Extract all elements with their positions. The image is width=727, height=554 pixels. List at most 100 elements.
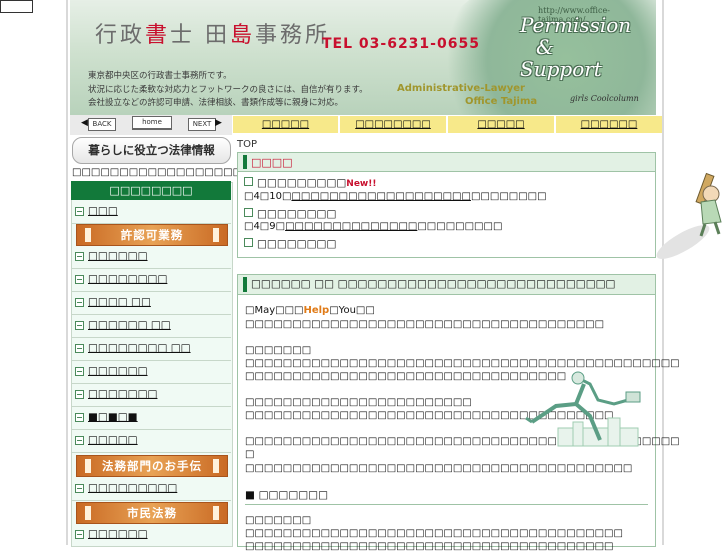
page-icon xyxy=(244,208,253,217)
page-icon xyxy=(75,413,84,422)
news-panel: □□□□ □□□□□□□□□New!! □4□10□□□□□□□□□□□□□□□… xyxy=(237,152,656,258)
sidebar-item-label: ■□■□■ xyxy=(88,411,138,423)
paragraph: □□□□□□□□□□□□□□□□□□□□□□□□□□□□□□□□□□□□□□□□… xyxy=(245,463,633,474)
new-badge: New!! xyxy=(346,179,377,189)
sidebar-item[interactable]: □□□□□□ xyxy=(71,246,231,269)
greeting-post: □You□□ xyxy=(329,305,375,316)
section-title: □□□□□□ □□ □□□□□□□□□□□□□□□□□□□□□□□□□□□□ xyxy=(251,278,616,290)
businessman-illustration xyxy=(518,370,646,450)
logo-line-3: Support xyxy=(520,57,602,81)
news-link[interactable]: □□□□□□□□□□□□□□□□□□□ xyxy=(291,191,471,202)
breadcrumb[interactable]: TOP xyxy=(237,139,257,150)
greeting-pre: □May□□□ xyxy=(245,305,304,316)
sidebar-item[interactable]: □□□□□□ □□ xyxy=(71,315,231,338)
paragraph: □□□□□□□□□□□□□□□□□□□□□□□□□□□□□□□□□□□□□□□□… xyxy=(245,436,680,447)
page-icon xyxy=(75,252,84,261)
english-office-name: Office Tajima xyxy=(465,96,538,107)
tab-1[interactable]: □□□□□ xyxy=(233,116,338,133)
pen-character-illustration xyxy=(653,170,725,260)
page-icon xyxy=(75,298,84,307)
news-item-title: □□□□□□□□□ xyxy=(257,177,347,189)
sidebar-item-label: □□□□□□□□□ xyxy=(88,482,178,494)
sidebar-item-label: □□□□□□ □□ xyxy=(88,319,171,331)
logo-line-2: & xyxy=(536,35,554,59)
back-label: BACK xyxy=(92,120,112,128)
page-icon xyxy=(75,344,84,353)
title-text-1: 行政 xyxy=(95,23,146,48)
news-title: □□□□ xyxy=(251,156,293,169)
tab-4[interactable]: □□□□□□ xyxy=(556,116,662,133)
back-button[interactable]: BACK xyxy=(88,118,116,131)
home-label: home xyxy=(142,118,162,126)
sidebar-item-label: □□□□□□ xyxy=(88,528,148,540)
paragraph: □□□□□□□□□□□□□□□□□□□□□□□□□□□□□□□□□□ xyxy=(245,371,567,382)
page-icon xyxy=(75,275,84,284)
permission-support-logo: Permission & Support xyxy=(520,14,631,80)
desc-line-1: 東京都中央区の行政書士事務所です。 xyxy=(88,71,232,81)
desc-line-3: 会社設立などの許認可申請、法律相談、書類作成等に親身に対応。 xyxy=(88,98,344,108)
sidebar-item[interactable]: □□□□□□□□ □□ xyxy=(71,338,231,361)
paragraph: □□□□□□□□□□□□□□□□□□□□□□□□□□□□□□□□□□□□□□□ xyxy=(245,410,614,421)
sidebar-heading: □□□□□□□□ xyxy=(71,181,231,200)
paragraph: □□□□□□□□□□□□□□□□□□□□□□□□□□□□□□□□□□□□□□□□ xyxy=(245,528,623,539)
subsection-title: ■ □□□□□□□ xyxy=(245,489,648,505)
tab-3[interactable]: □□□□□ xyxy=(448,116,554,133)
tab-2[interactable]: □□□□□□□□ xyxy=(340,116,446,133)
title-text-red: 書 xyxy=(145,23,171,48)
sidebar-item[interactable]: □□□□□□□□ xyxy=(71,269,231,292)
news-item: □□□□□□□□□New!! xyxy=(244,177,376,189)
page-icon xyxy=(75,530,84,539)
paragraph: □□□□□□□□□□□□□□□□□□□□□□□□ xyxy=(245,397,472,408)
page-icon xyxy=(75,484,84,493)
sidebar-item[interactable]: □□□□□□□□□ xyxy=(71,478,231,501)
header-accent xyxy=(243,155,247,169)
home-button[interactable]: home xyxy=(132,116,172,129)
paragraph: □ xyxy=(245,449,255,460)
sidebar-item[interactable]: □□□□□ xyxy=(71,430,231,453)
greeting-help: Help xyxy=(303,305,330,316)
sidebar-item-label: □□□□□□ xyxy=(88,250,148,262)
sidebar-item-label: □□□□□□□ xyxy=(88,388,158,400)
news-item: □□□□□□□□ xyxy=(244,208,336,220)
office-description: 東京都中央区の行政書士事務所です。 状況に応じた柔軟な対応力とフットワークの良さ… xyxy=(88,70,368,111)
english-title: Administrative-Lawyer xyxy=(397,83,525,94)
history-nav: BACK ◀ home NEXT ▶ xyxy=(70,115,232,135)
figure-svg xyxy=(656,172,722,259)
sidebar-item[interactable]: □□□□□□□ xyxy=(71,384,231,407)
header-accent xyxy=(243,277,247,292)
sidebar-item[interactable]: □□□ xyxy=(71,201,231,224)
news-desc: □□□□□□□□□ xyxy=(417,221,503,232)
sidebar-item-label: □□□□□□□□ xyxy=(88,273,168,285)
sidebar-item[interactable]: □□□□ □□ xyxy=(71,292,231,315)
sidebar-item-label: □□□□ □□ xyxy=(88,296,151,308)
title-text-red-2: 島 xyxy=(230,23,256,48)
next-button[interactable]: NEXT xyxy=(188,118,216,131)
sidebar-caption: □□□□□□□□□□□□□□□□□□□□ xyxy=(72,167,261,178)
page-icon xyxy=(75,390,84,399)
sidebar-item-label: □□□□□□□□ □□ xyxy=(88,342,191,354)
paragraph: □□□□□□□□□□□□□□□□□□□□□□□□□□□□□□□□□□□□□□□ xyxy=(245,541,614,552)
title-text-3: 事務所 xyxy=(255,23,331,48)
paragraph: □□□□□□□□□□□□□□□□□□□□□□□□□□□□□□□□□□□□□□ xyxy=(245,319,605,330)
news-item-title: □□□□□□□□ xyxy=(257,238,337,250)
news-link[interactable]: □□□□□□□□□□□□□□ xyxy=(285,221,417,232)
sidebar-item[interactable]: ■□■□■ xyxy=(71,407,231,430)
paragraph: □□□□□□□ xyxy=(245,345,312,356)
permits-banner[interactable]: 許認可業務 xyxy=(76,224,228,246)
phone-number: TEL 03-6231-0655 xyxy=(322,36,480,52)
page-icon xyxy=(244,177,253,186)
greeting-line: □May□□□Help□You□□ xyxy=(245,304,645,318)
sidebar-item[interactable]: □□□□□□ xyxy=(71,361,231,384)
logo-line-1: Permission xyxy=(520,13,632,37)
news-item-detail: □4□10□□□□□□□□□□□□□□□□□□□□□□□□□□□□ xyxy=(244,191,547,202)
legal-dept-banner[interactable]: 法務部門のお手伝 xyxy=(76,455,228,477)
sidebar-item[interactable]: □□□□□□ xyxy=(71,524,231,547)
law-info-button[interactable]: 暮らしに役立つ法律情報 xyxy=(72,137,231,164)
news-item-title: □□□□□□□□ xyxy=(257,208,337,220)
desc-line-2: 状況に応じた柔軟な対応力とフットワークの良さには、自信が有ります。 xyxy=(88,84,368,95)
back-arrow-icon: ◀ xyxy=(81,118,88,128)
design-credit: girls Coolcolumn xyxy=(570,94,639,103)
civil-law-banner[interactable]: 市民法務 xyxy=(76,502,228,524)
sidebar-item-label: □□□□□□ xyxy=(88,365,148,377)
section-header: □□□□□□ □□ □□□□□□□□□□□□□□□□□□□□□□□□□□□□ xyxy=(238,275,655,295)
